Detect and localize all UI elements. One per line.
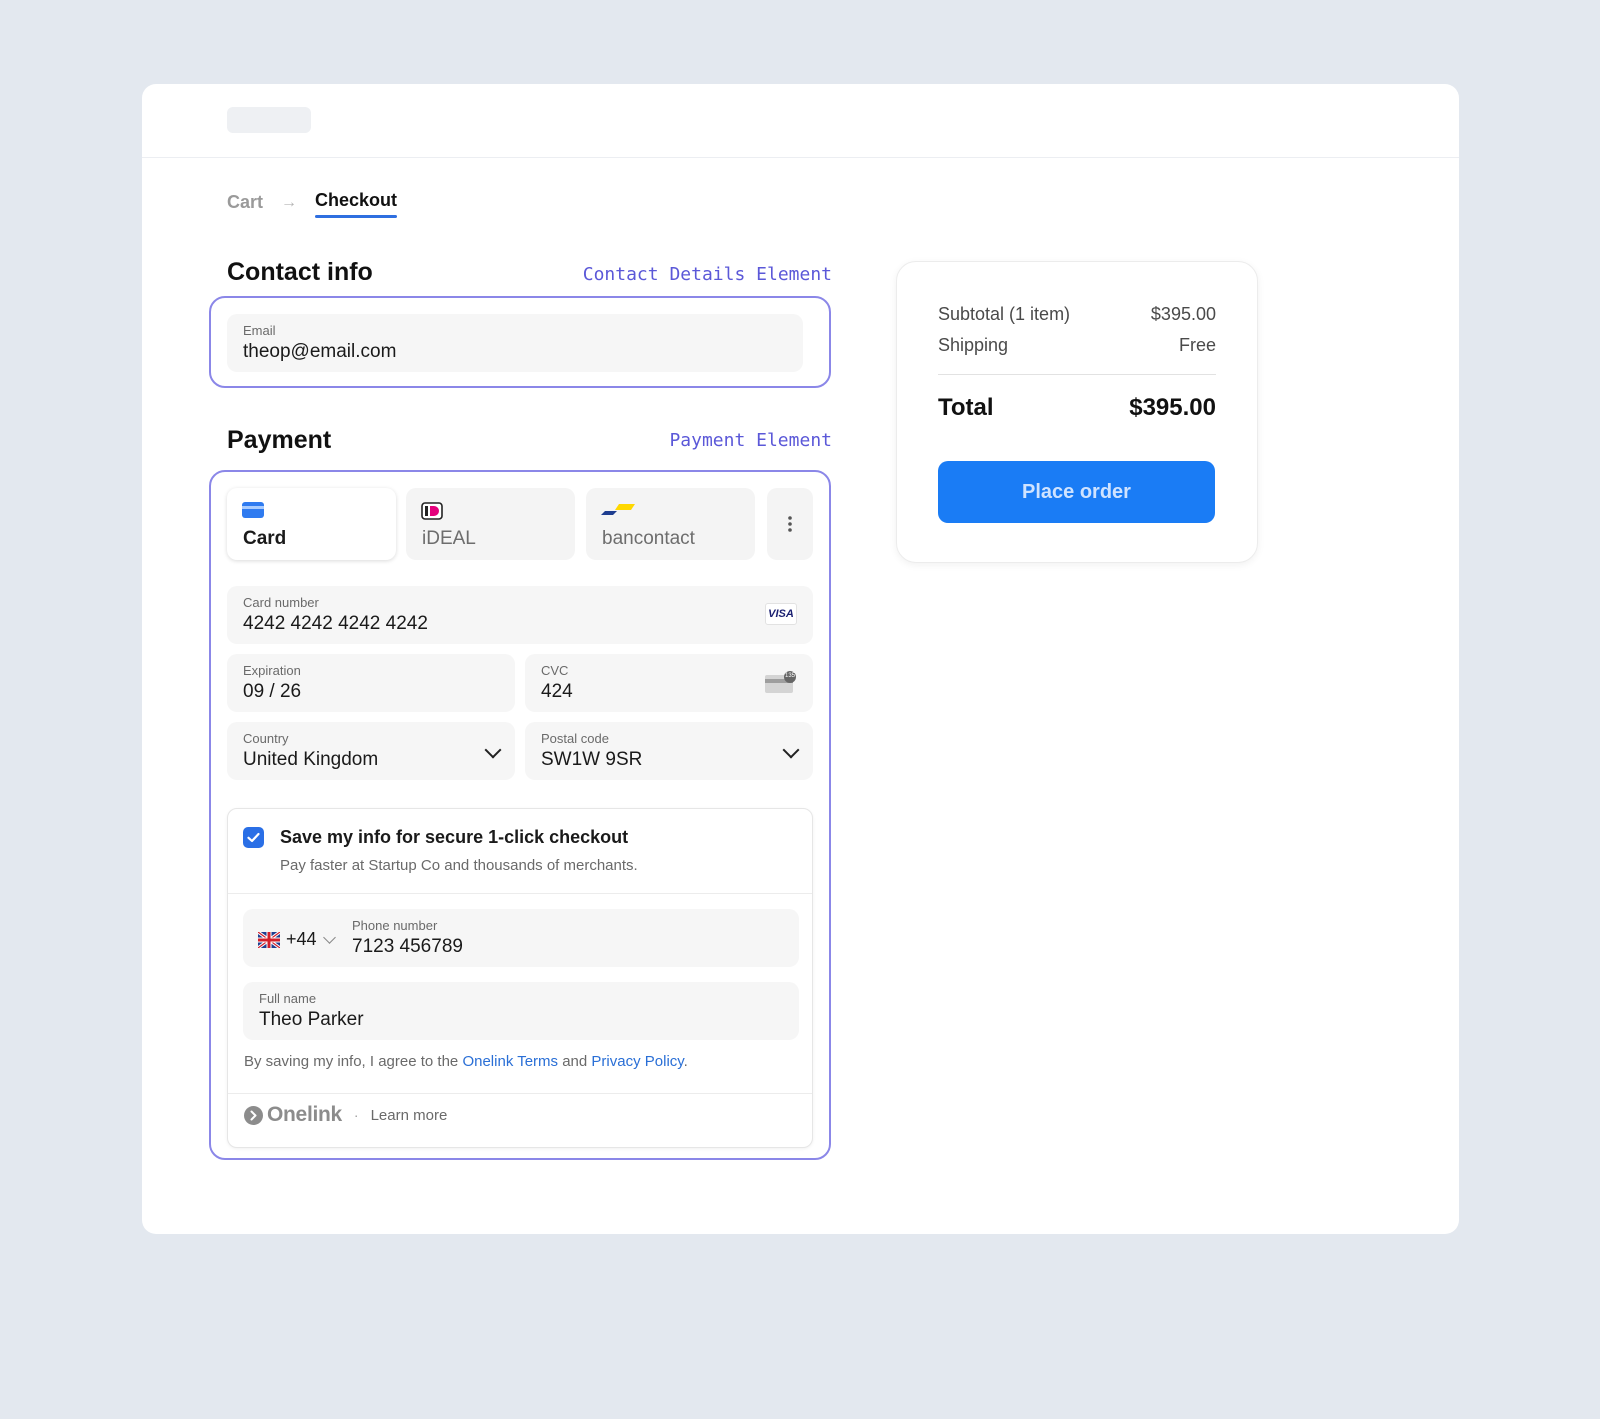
tab-ideal-label: iDEAL: [422, 528, 476, 549]
phone-code: +44: [286, 929, 317, 949]
save-info-title: Save my info for secure 1-click checkout: [280, 827, 629, 847]
postal-code-field[interactable]: Postal code SW1W 9SR: [525, 722, 813, 780]
tab-ideal[interactable]: iDEAL: [406, 488, 575, 560]
cvc-field[interactable]: CVC 424 135: [525, 654, 813, 712]
divider: [228, 1093, 812, 1094]
cvc-label: CVC: [541, 663, 569, 678]
subtotal-row: Subtotal (1 item) $395.00: [938, 304, 1216, 325]
learn-more-link[interactable]: Learn more: [371, 1107, 448, 1124]
agreement-suffix: .: [683, 1053, 688, 1070]
more-vertical-icon: [788, 516, 792, 537]
total-value: $395.00: [1129, 394, 1216, 421]
phone-number-label: Phone number: [352, 918, 438, 933]
chevron-down-icon: [484, 741, 502, 759]
shipping-label: Shipping: [938, 335, 1009, 355]
check-icon: [247, 832, 260, 843]
onelink-terms-link[interactable]: Onelink Terms: [462, 1053, 558, 1070]
cvc-card-icon: 135: [765, 671, 797, 695]
chevron-down-icon: [322, 930, 336, 944]
email-label: Email: [243, 323, 276, 338]
save-info-checkbox[interactable]: [243, 827, 264, 848]
card-number-field[interactable]: Card number 4242 4242 4242 4242 VISA: [227, 586, 813, 644]
card-number-label: Card number: [243, 595, 319, 610]
arrow-right-icon: →: [281, 193, 298, 211]
agreement-prefix: By saving my info, I agree to the: [244, 1053, 463, 1070]
subtotal-label: Subtotal (1 item): [938, 304, 1071, 324]
phone-country-select[interactable]: +44: [258, 929, 336, 950]
country-label: Country: [243, 731, 289, 746]
payment-title: Payment: [227, 426, 332, 454]
tab-bancontact[interactable]: bancontact: [586, 488, 755, 560]
email-value: theop@email.com: [243, 341, 397, 362]
postal-code-value: SW1W 9SR: [541, 749, 643, 770]
place-order-button[interactable]: Place order: [938, 461, 1215, 523]
tab-card[interactable]: Card: [227, 488, 396, 560]
phone-number-value: 7123 456789: [352, 936, 463, 957]
country-value: United Kingdom: [243, 749, 379, 770]
contact-details-element: Email theop@email.com: [209, 296, 831, 388]
card-icon: [242, 502, 264, 523]
expiration-value: 09 / 26: [243, 681, 302, 702]
privacy-policy-link[interactable]: Privacy Policy: [591, 1053, 683, 1070]
checkout-window: Cart → Checkout Contact info Contact Det…: [142, 84, 1459, 1234]
country-select[interactable]: Country United Kingdom: [227, 722, 515, 780]
logo-placeholder: [227, 107, 311, 133]
contact-details-element-tag: Contact Details Element: [582, 264, 832, 285]
onelink-logo-icon: [244, 1105, 263, 1125]
ideal-icon: [421, 502, 443, 525]
payment-element: Card iDEAL bancontact Card number 4242 4…: [209, 470, 831, 1160]
full-name-value: Theo Parker: [259, 1009, 364, 1030]
tab-bancontact-label: bancontact: [602, 528, 695, 549]
shipping-value: Free: [1178, 335, 1216, 355]
agreement-and: and: [558, 1053, 592, 1070]
top-bar: [142, 84, 1459, 158]
onelink-footer: Onelink · Learn more: [244, 1103, 447, 1127]
total-row: Total $395.00: [938, 394, 1216, 422]
phone-number-field[interactable]: +44 Phone number 7123 456789: [243, 909, 799, 967]
bancontact-icon: [601, 502, 635, 523]
expiration-field[interactable]: Expiration 09 / 26: [227, 654, 515, 712]
full-name-field[interactable]: Full name Theo Parker: [243, 982, 799, 1040]
breadcrumb-checkout[interactable]: Checkout: [315, 190, 398, 218]
tab-card-label: Card: [243, 528, 287, 549]
payment-element-tag: Payment Element: [669, 430, 832, 451]
separator-dot: ·: [353, 1107, 359, 1123]
shipping-row: Shipping Free: [938, 335, 1216, 356]
cvc-icon-text: 135: [784, 673, 795, 679]
save-info-box: Save my info for secure 1-click checkout…: [227, 808, 813, 1148]
card-number-value: 4242 4242 4242 4242: [243, 613, 428, 634]
onelink-brand: Onelink: [267, 1103, 342, 1126]
cvc-value: 424: [541, 681, 573, 702]
more-methods-button[interactable]: [767, 488, 813, 560]
breadcrumb-cart[interactable]: Cart: [227, 192, 263, 213]
chevron-down-icon: [782, 741, 800, 759]
uk-flag-icon: [258, 931, 280, 948]
save-info-subtitle: Pay faster at Startup Co and thousands o…: [280, 857, 638, 874]
expiration-label: Expiration: [243, 663, 301, 678]
order-summary: Subtotal (1 item) $395.00 Shipping Free …: [896, 261, 1258, 563]
postal-code-label: Postal code: [541, 731, 609, 746]
breadcrumb: Cart → Checkout: [227, 190, 398, 218]
email-field[interactable]: Email theop@email.com: [227, 314, 803, 372]
contact-info-title: Contact info: [227, 258, 373, 286]
summary-divider: [938, 374, 1216, 375]
subtotal-value: $395.00: [1150, 304, 1216, 324]
divider: [228, 893, 812, 894]
full-name-label: Full name: [259, 991, 317, 1006]
total-label: Total: [938, 394, 994, 421]
agreement-text: By saving my info, I agree to the Onelin…: [244, 1053, 688, 1070]
visa-icon: VISA: [765, 603, 797, 625]
